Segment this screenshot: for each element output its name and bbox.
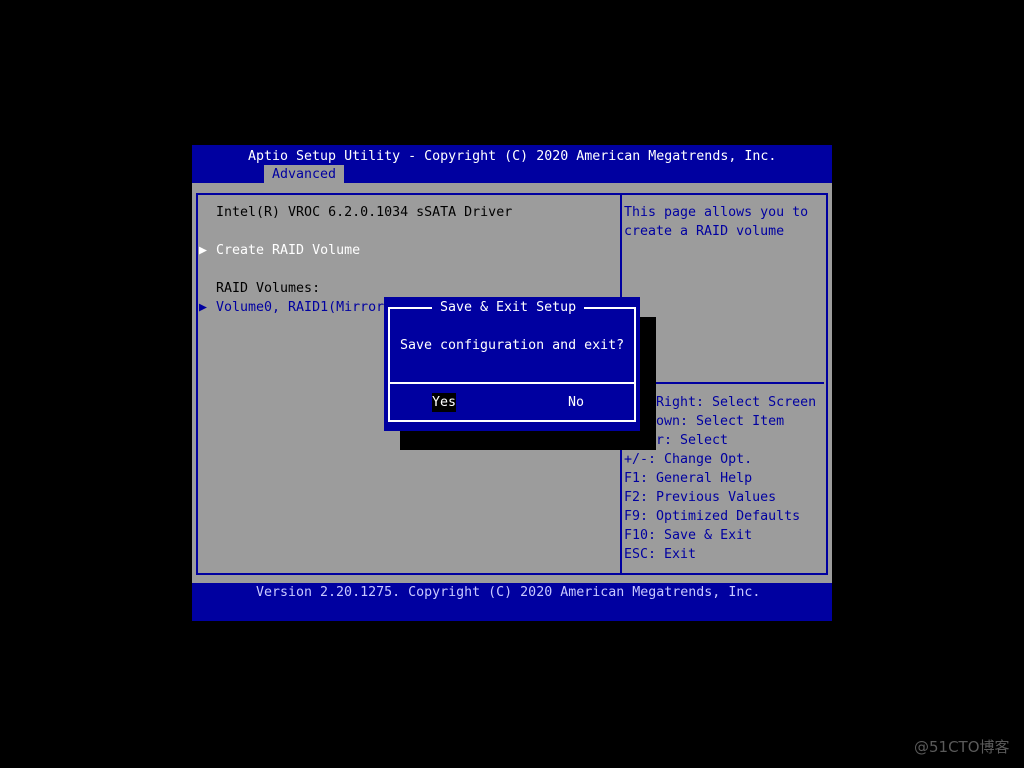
key-help: F10: Save & Exit [624,528,753,543]
tab-advanced[interactable]: Advanced [264,165,344,183]
key-help: F9: Optimized Defaults [624,509,801,524]
dialog-frame [388,307,636,422]
save-exit-dialog: Save & Exit Setup Save configuration and… [384,297,640,431]
driver-label: Intel(R) VROC 6.2.0.1034 sSATA Driver [216,205,513,220]
raid-volumes-label: RAID Volumes: [216,281,321,296]
arrow-icon: ▶ [199,243,208,258]
tab-advanced-label: Advanced [272,167,337,182]
create-raid-volume-item[interactable]: Create RAID Volume [216,241,360,260]
header-title: Aptio Setup Utility - Copyright (C) 2020… [248,149,777,164]
help-text-line: This page allows you to [624,205,809,220]
key-help: r: Select [656,433,729,448]
watermark: @51CTO博客 [914,738,1010,756]
header-bar: Aptio Setup Utility - Copyright (C) 2020… [192,145,832,183]
key-help: F2: Previous Values [624,490,777,505]
no-button[interactable]: No [568,393,584,412]
volume0-item[interactable]: Volume0, RAID1(Mirror [216,298,384,317]
yes-button[interactable]: Yes [432,393,457,412]
key-help: +/-: Change Opt. [624,452,753,467]
arrow-icon: ▶ [199,300,208,315]
dialog-title: Save & Exit Setup [432,298,585,317]
dialog-message: Save configuration and exit? [400,338,625,353]
key-help: F1: General Help [624,471,753,486]
footer-version: Version 2.20.1275. Copyright (C) 2020 Am… [256,585,761,600]
key-help: /Right: Select Screen [648,395,817,410]
dialog-divider [388,382,636,384]
footer-bar: Version 2.20.1275. Copyright (C) 2020 Am… [192,583,832,621]
help-text-line: create a RAID volume [624,224,785,239]
key-help: ESC: Exit [624,547,697,562]
key-help: own: Select Item [656,414,785,429]
